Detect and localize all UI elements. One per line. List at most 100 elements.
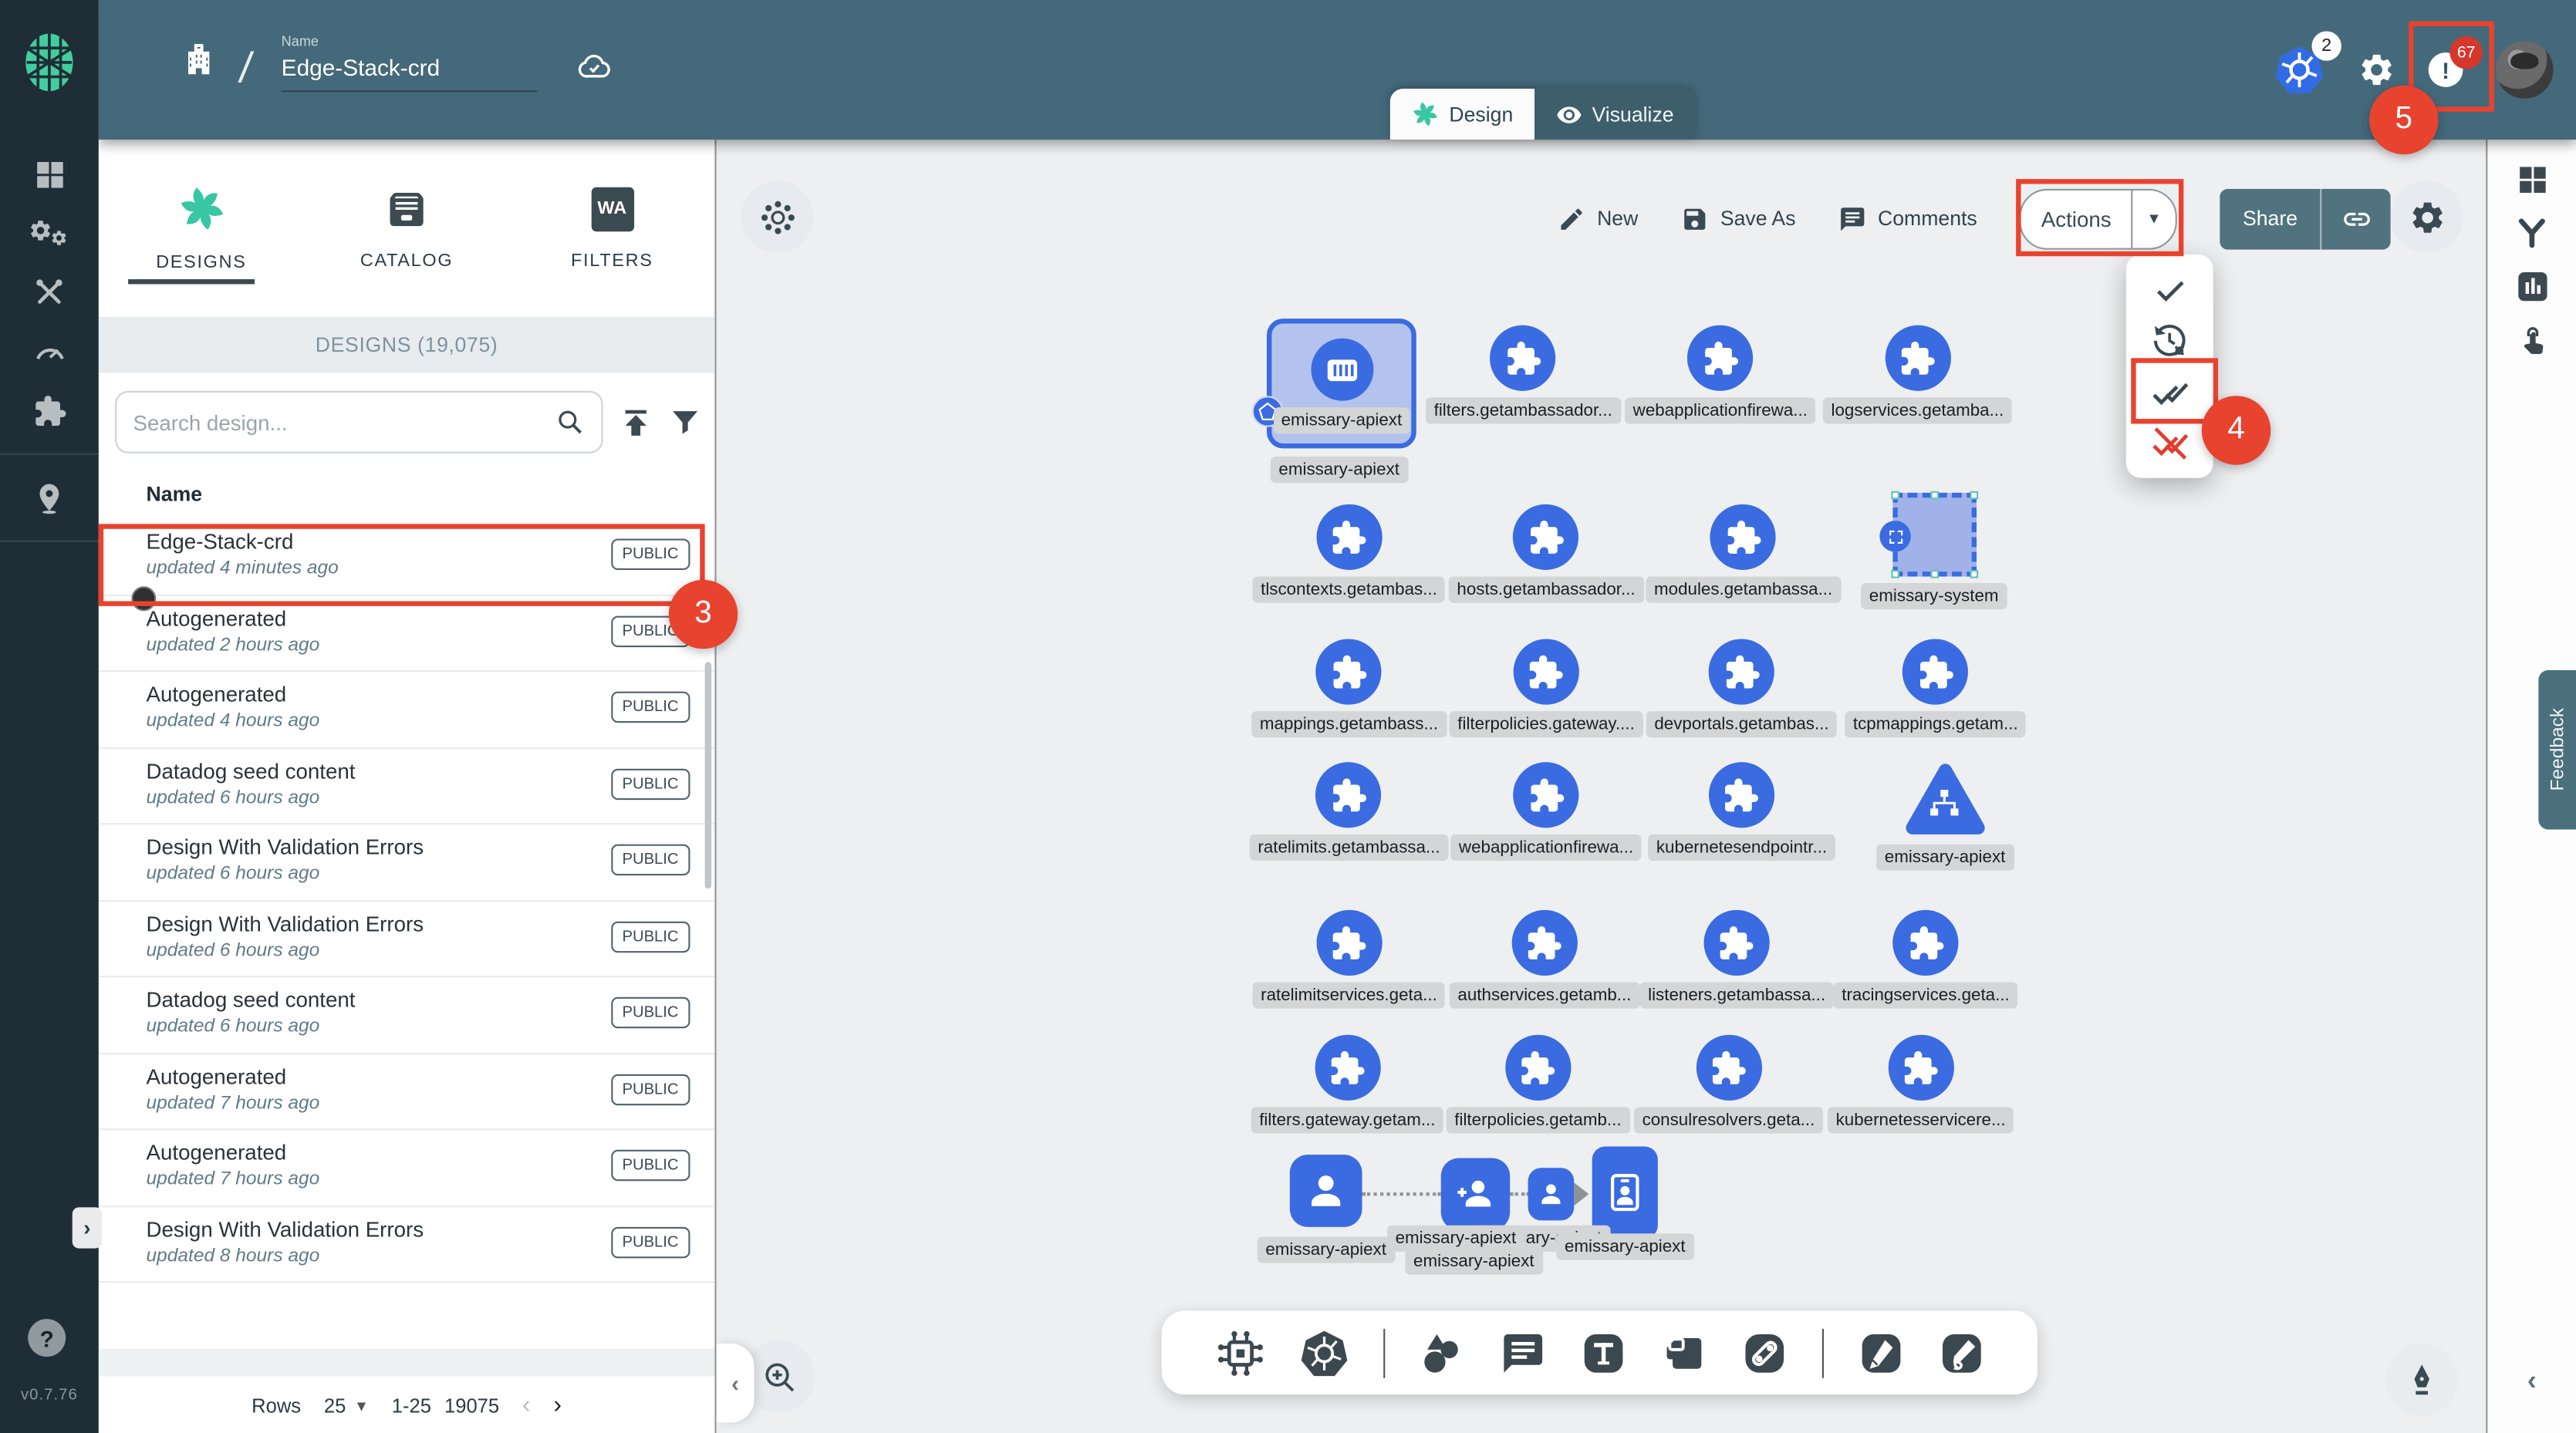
component-node[interactable]: tcpmappings.getam... <box>1845 639 2026 737</box>
node-emissary-apiext-person-add[interactable] <box>1441 1158 1510 1230</box>
puzzle-piece-icon[interactable] <box>1315 1035 1380 1101</box>
puzzle-piece-icon[interactable] <box>1696 1035 1761 1101</box>
components-grid-icon[interactable] <box>2515 163 2550 197</box>
component-node[interactable]: listeners.getambassa... <box>1639 910 1833 1009</box>
user-avatar[interactable] <box>2496 41 2554 99</box>
design-list-item[interactable]: Autogenerated updated 7 hours ago PUBLIC <box>99 1054 715 1130</box>
puzzle-piece-icon[interactable] <box>1710 504 1776 570</box>
node-emissary-apiext-triangle[interactable]: emissary-apiext <box>1876 762 2014 871</box>
next-page-button[interactable]: › <box>553 1391 562 1419</box>
annotation-pen-icon[interactable] <box>1858 1330 1904 1376</box>
component-node[interactable]: logservices.getamba... <box>1823 325 2012 424</box>
integration-chip-icon[interactable] <box>1215 1328 1264 1377</box>
collapse-right-chevron-icon[interactable]: ‹ <box>2527 1365 2537 1398</box>
search-design-input[interactable] <box>133 410 546 434</box>
upload-design-icon[interactable] <box>618 404 654 440</box>
search-design-box[interactable] <box>115 391 603 454</box>
design-list-item[interactable]: Design With Validation Errors updated 8 … <box>99 1206 715 1283</box>
notification-center-button[interactable]: ! 67 <box>2429 52 2463 87</box>
design-list-item[interactable]: Design With Validation Errors updated 6 … <box>99 824 715 901</box>
component-node[interactable]: filterpolicies.gateway.... <box>1450 639 1643 737</box>
tab-designs[interactable]: DESIGNS <box>99 140 304 317</box>
sidebar-item-lifecycle[interactable] <box>0 204 99 263</box>
design-list-item[interactable]: Autogenerated updated 4 hours ago PUBLIC <box>99 672 715 748</box>
actions-split-button[interactable]: Actions ▼ <box>2020 188 2177 249</box>
actions-caret-button[interactable]: ▼ <box>2132 190 2175 248</box>
tab-visualize[interactable]: Visualize <box>1534 89 1695 140</box>
new-button[interactable]: New <box>1558 204 1638 232</box>
kubernetes-context-button[interactable]: 2 <box>2274 45 2325 96</box>
freehand-pencil-icon[interactable] <box>1938 1330 1984 1376</box>
design-name-value[interactable]: Edge-Stack-crd <box>282 54 538 92</box>
design-list-item[interactable]: Edge-Stack-crd updated 4 minutes ago PUB… <box>99 519 715 595</box>
menu-item-undeploy-crossed-check-icon[interactable] <box>2126 417 2213 468</box>
sidebar-item-extensions[interactable] <box>0 381 99 440</box>
actions-label[interactable]: Actions <box>2021 190 2132 248</box>
node-emissary-apiext-person-small[interactable] <box>1528 1168 1575 1220</box>
design-list-item[interactable]: Datadog seed content updated 6 hours ago… <box>99 748 715 824</box>
menu-item-deploy-double-check-icon[interactable] <box>2126 366 2213 417</box>
puzzle-piece-icon[interactable] <box>1316 639 1382 704</box>
puzzle-piece-icon[interactable] <box>1513 639 1578 704</box>
filter-funnel-icon[interactable] <box>669 406 702 439</box>
puzzle-piece-icon[interactable] <box>1491 325 1556 391</box>
component-node[interactable]: authservices.getamb... <box>1450 910 1639 1009</box>
menu-item-validate-check-icon[interactable] <box>2126 265 2213 315</box>
component-node[interactable]: kubernetesservicere... <box>1828 1035 2014 1134</box>
component-node[interactable]: filters.getambassador... <box>1426 325 1621 424</box>
design-name-field[interactable]: Name Edge-Stack-crd <box>282 33 538 93</box>
puzzle-piece-icon[interactable] <box>1709 639 1774 704</box>
component-node[interactable]: tlscontexts.getambas... <box>1252 504 1445 603</box>
pen-mode-button[interactable] <box>2385 1344 2458 1416</box>
component-node[interactable]: webapplicationfirewa... <box>1450 762 1642 861</box>
search-icon[interactable] <box>555 407 585 437</box>
text-tool-icon[interactable] <box>1580 1330 1626 1376</box>
comment-tool-icon[interactable] <box>1499 1330 1545 1376</box>
component-node[interactable]: ratelimitservices.geta... <box>1252 910 1445 1009</box>
puzzle-piece-icon[interactable] <box>1505 1035 1571 1101</box>
sidebar-expand-button[interactable]: › <box>73 1207 102 1248</box>
shapes-icon[interactable] <box>1419 1330 1465 1376</box>
meshery-logo-icon[interactable] <box>16 26 82 99</box>
mesh-sync-button[interactable] <box>741 180 813 253</box>
component-node[interactable]: hosts.getambassador... <box>1449 504 1644 603</box>
component-node[interactable]: filters.gateway.getam... <box>1251 1035 1444 1134</box>
puzzle-piece-icon[interactable] <box>1316 910 1382 976</box>
settings-gear-icon[interactable] <box>2358 51 2395 89</box>
canvas-settings-button[interactable] <box>2391 180 2463 253</box>
sidebar-item-configuration[interactable] <box>0 263 99 322</box>
design-list-item[interactable]: Autogenerated updated 2 hours ago PUBLIC <box>99 595 715 672</box>
puzzle-piece-icon[interactable] <box>1709 762 1774 828</box>
component-node[interactable]: kubernetesendpointr... <box>1648 762 1835 861</box>
dashboard-chart-icon[interactable] <box>2515 269 2550 304</box>
puzzle-piece-icon[interactable] <box>1316 762 1382 828</box>
puzzle-piece-icon[interactable] <box>1316 504 1382 570</box>
link-chain-icon[interactable] <box>1740 1330 1787 1376</box>
hierarchy-y-icon[interactable] <box>2514 215 2550 251</box>
puzzle-piece-icon[interactable] <box>1513 504 1578 570</box>
share-label[interactable]: Share <box>2220 188 2322 249</box>
component-node[interactable]: mappings.getambass... <box>1251 639 1447 737</box>
drawer-collapse-handle[interactable]: ‹ <box>717 1344 755 1422</box>
rows-per-page-select[interactable]: 25 ▼ <box>324 1394 369 1417</box>
component-node[interactable]: modules.getambassa... <box>1646 504 1841 603</box>
component-node[interactable]: devportals.getambas... <box>1646 639 1838 737</box>
list-scrollbar[interactable] <box>705 662 712 888</box>
design-list-item[interactable]: Datadog seed content updated 6 hours ago… <box>99 977 715 1054</box>
comments-button[interactable]: Comments <box>1838 204 1977 232</box>
sticky-note-icon[interactable] <box>1660 1330 1707 1376</box>
puzzle-piece-icon[interactable] <box>1902 639 1968 704</box>
save-as-button[interactable]: Save As <box>1681 204 1796 232</box>
component-node[interactable]: filterpolicies.getamb... <box>1447 1035 1630 1134</box>
tab-filters[interactable]: WA FILTERS <box>509 140 714 317</box>
design-list-item[interactable]: Design With Validation Errors updated 6 … <box>99 901 715 977</box>
copy-link-icon[interactable] <box>2322 188 2391 249</box>
puzzle-piece-icon[interactable] <box>1703 910 1769 976</box>
sidebar-item-performance[interactable] <box>0 322 99 381</box>
node-emissary-apiext-person[interactable] <box>1290 1155 1362 1227</box>
organization-icon[interactable] <box>181 39 217 79</box>
puzzle-piece-icon[interactable] <box>1513 762 1578 828</box>
prev-page-button[interactable]: ‹ <box>522 1391 531 1419</box>
interaction-hand-icon[interactable] <box>2515 322 2550 356</box>
menu-item-dry-run-history-icon[interactable] <box>2126 315 2213 366</box>
